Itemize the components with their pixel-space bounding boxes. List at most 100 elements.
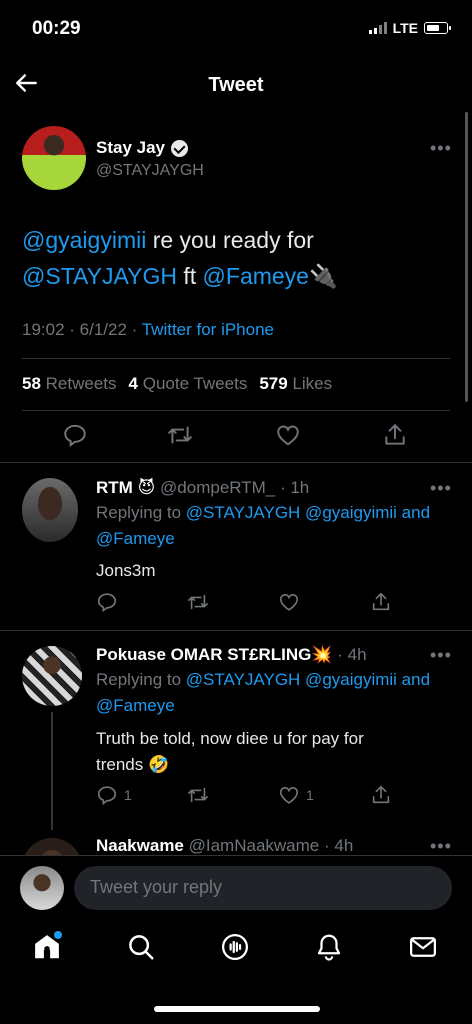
reply-icon — [97, 786, 117, 806]
burst-emoji: 💥 — [311, 645, 333, 664]
divider — [22, 358, 450, 359]
replying-to-links[interactable]: @STAYJAYGH @gyaigyimii and — [186, 503, 430, 522]
tweet-timestamp: 19:02 · 6/1/22 · — [22, 320, 142, 339]
reply-text-line: trends 🤣 — [96, 755, 170, 774]
share-button[interactable] — [370, 784, 392, 806]
retweet-button[interactable] — [186, 784, 210, 806]
replying-to-links[interactable]: @STAYJAYGH @gyaigyimii and — [186, 670, 430, 689]
signal-icon — [368, 22, 387, 34]
share-icon — [372, 785, 390, 804]
messages-icon[interactable] — [408, 932, 438, 962]
top-header: Tweet — [0, 60, 472, 108]
reply-text-line: Truth be told, now diee u for pay for — [96, 729, 364, 748]
replying-prefix: Replying to — [96, 503, 186, 522]
tweet-text: @gyaigyimii re you ready for @STAYJAYGH … — [22, 222, 442, 294]
like-button[interactable]: 1 — [278, 784, 314, 806]
reply-text: Jons3m — [96, 561, 156, 580]
reply-handle: @IamNaakwame · 4h — [188, 836, 354, 855]
notifications-icon[interactable] — [314, 932, 344, 962]
quotes-stat[interactable]: 4 Quote Tweets — [129, 374, 248, 394]
like-count: 1 — [306, 787, 314, 803]
author-name[interactable]: Stay Jay — [96, 138, 188, 158]
scrollbar[interactable] — [465, 112, 468, 402]
reply-input[interactable]: Tweet your reply — [74, 866, 452, 910]
retweet-icon — [188, 594, 208, 610]
bottom-nav — [0, 920, 472, 1024]
more-options-icon[interactable]: ••• — [430, 836, 452, 857]
reply-composer: Tweet your reply — [0, 855, 472, 919]
more-options-icon[interactable]: ••• — [430, 478, 452, 499]
more-options-icon[interactable]: ••• — [430, 645, 452, 666]
search-icon[interactable] — [126, 932, 156, 962]
reply-author[interactable]: Naakwame @IamNaakwame · 4h — [96, 836, 353, 856]
share-icon — [372, 592, 390, 611]
mention-link[interactable]: @STAYJAYGH — [22, 263, 177, 289]
retweets-stat[interactable]: 58 Retweets — [22, 374, 117, 394]
share-button[interactable] — [370, 591, 392, 613]
quote-count: 4 — [128, 374, 138, 393]
reply-icon — [97, 593, 117, 613]
page-title: Tweet — [208, 74, 264, 96]
likes-label: Likes — [292, 374, 333, 393]
reply-button[interactable] — [62, 422, 88, 448]
reply-author-name: Naakwame — [96, 836, 184, 855]
devil-emoji: 😈 — [137, 478, 156, 497]
author-handle[interactable]: @STAYJAYGH — [96, 162, 204, 180]
divider — [0, 630, 472, 631]
network-label: LTE — [392, 20, 418, 36]
reply-handle: @dompeRTM_ · 1h — [160, 478, 310, 497]
author-name-text: Stay Jay — [96, 138, 165, 157]
user-avatar[interactable] — [20, 866, 64, 910]
thread-line — [51, 712, 53, 830]
tweet-meta: 19:02 · 6/1/22 · Twitter for iPhone — [22, 320, 274, 340]
retweet-icon — [168, 426, 192, 444]
like-button[interactable] — [278, 591, 300, 613]
share-icon — [385, 424, 405, 445]
reply-avatar[interactable] — [22, 646, 82, 706]
reply-button[interactable]: 1 — [96, 784, 132, 806]
author-avatar[interactable] — [22, 126, 86, 190]
notification-dot — [54, 931, 62, 939]
share-button[interactable] — [382, 422, 408, 448]
mention-link[interactable]: @gyaigyimii — [22, 227, 146, 253]
tweet-text-segment: ft — [176, 263, 203, 289]
divider — [0, 462, 472, 463]
divider — [22, 410, 450, 411]
battery-icon — [424, 22, 451, 34]
reply-count: 1 — [124, 787, 132, 803]
reply-author[interactable]: RTM 😈 @dompeRTM_ · 1h — [96, 478, 309, 498]
verified-badge-icon — [171, 139, 188, 157]
replying-to-link[interactable]: @Fameye — [96, 529, 175, 548]
tweet-source-link[interactable]: Twitter for iPhone — [142, 320, 274, 339]
retweet-icon — [188, 787, 208, 803]
more-options-icon[interactable]: ••• — [430, 138, 452, 159]
likes-stat[interactable]: 579 Likes — [259, 374, 332, 394]
replying-to: Replying to @STAYJAYGH @gyaigyimii and @… — [96, 500, 452, 552]
mention-link[interactable]: @Fameye — [203, 263, 309, 289]
like-count: 579 — [259, 374, 288, 393]
replying-to: Replying to @STAYJAYGH @gyaigyimii and @… — [96, 667, 452, 719]
retweet-button[interactable] — [186, 591, 210, 613]
status-right: LTE — [368, 20, 451, 36]
tweet-text-segment: re you ready for — [146, 227, 314, 253]
reply-author-name: Pokuase OMAR ST£RLING — [96, 645, 312, 664]
reply-button[interactable] — [96, 591, 118, 613]
reply-text: Truth be told, now diee u for pay for tr… — [96, 726, 452, 778]
retweet-count: 58 — [22, 374, 41, 393]
reply-author-name: RTM — [96, 478, 133, 497]
home-indicator — [154, 1006, 320, 1012]
reply-handle: · 4h — [332, 645, 367, 664]
status-time: 00:29 — [32, 18, 81, 39]
replying-to-link[interactable]: @Fameye — [96, 696, 175, 715]
reply-icon — [64, 424, 86, 448]
reply-author[interactable]: Pokuase OMAR ST£RLING💥 · 4h — [96, 645, 367, 665]
replying-prefix: Replying to — [96, 670, 186, 689]
plug-emoji: 🔌 — [308, 263, 338, 289]
reply-avatar[interactable] — [22, 478, 78, 542]
like-button[interactable] — [275, 422, 301, 448]
heart-icon — [279, 787, 299, 804]
retweets-label: Retweets — [45, 374, 117, 393]
heart-icon — [277, 425, 299, 446]
spaces-icon[interactable] — [220, 932, 250, 962]
retweet-button[interactable] — [166, 422, 194, 448]
